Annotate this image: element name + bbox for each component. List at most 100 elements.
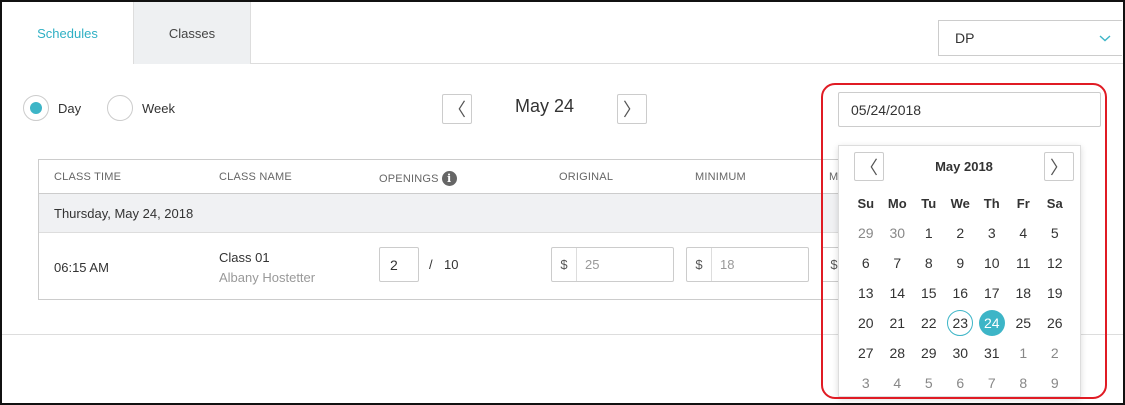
calendar-day[interactable]: 15 (913, 278, 945, 308)
header-openings-label: OPENINGS (379, 172, 439, 185)
calendar-day[interactable]: 25 (1008, 308, 1040, 338)
calendar-day[interactable]: 4 (882, 368, 914, 398)
calendar-day[interactable]: 7 (882, 248, 914, 278)
calendar-day[interactable]: 17 (976, 278, 1008, 308)
minimum-price-input[interactable]: $ 18 (686, 247, 809, 282)
calendar-day[interactable]: 3 (850, 368, 882, 398)
calendar-day[interactable]: 19 (1039, 278, 1071, 308)
calendar-day[interactable]: 1 (913, 218, 945, 248)
calendar-day-label: 11 (1015, 255, 1031, 271)
calendar-day[interactable]: 5 (913, 368, 945, 398)
next-month-button[interactable]: 〉 (1044, 152, 1074, 181)
instructor-name: Albany Hostetter (219, 270, 316, 285)
calendar-day[interactable]: 22 (913, 308, 945, 338)
calendar-day[interactable]: 13 (850, 278, 882, 308)
weekday-header: We (950, 195, 970, 211)
calendar-day-label: 2 (1050, 345, 1059, 361)
calendar-day[interactable]: 20 (850, 308, 882, 338)
calendar-day-label: 8 (1019, 375, 1028, 391)
calendar-day-label: 3 (987, 225, 996, 241)
calendar-day-label: 17 (983, 285, 1000, 301)
calendar-day[interactable]: 2 (945, 218, 977, 248)
radio-day[interactable]: Day (23, 95, 81, 121)
tab-divider (251, 63, 1123, 64)
calendar-day-label: 20 (857, 315, 874, 331)
date-input[interactable]: 05/24/2018 (838, 92, 1101, 127)
calendar-day[interactable]: 16 (945, 278, 977, 308)
calendar-day-label: 26 (1046, 315, 1063, 331)
calendar-day-label: 25 (1015, 315, 1032, 331)
next-day-button[interactable]: 〉 (617, 94, 647, 124)
radio-week[interactable]: Week (107, 95, 175, 121)
calendar-day[interactable]: 4 (1008, 218, 1040, 248)
header-openings: OPENINGS i (379, 171, 457, 186)
calendar-day[interactable]: 30 (945, 338, 977, 368)
location-select[interactable]: DP (938, 20, 1122, 56)
current-date-title: May 24 (514, 96, 575, 116)
calendar-day[interactable]: 28 (882, 338, 914, 368)
calendar-day-label: 5 (924, 375, 933, 391)
calendar-day-label: 30 (889, 225, 906, 241)
header-class-time: CLASS TIME (54, 171, 122, 183)
calendar-day-label: 5 (1050, 225, 1059, 241)
calendar-day[interactable]: 12 (1039, 248, 1071, 278)
calendar-day[interactable]: 2 (1039, 338, 1071, 368)
calendar-day[interactable]: 10 (976, 248, 1008, 278)
chevron-left-icon: 〈 (448, 100, 466, 120)
calendar-day[interactable]: 7 (976, 368, 1008, 398)
radio-week-circle[interactable] (107, 95, 133, 121)
weekday-header: Fr (1016, 195, 1030, 211)
calendar-day-label: 14 (889, 285, 906, 301)
calendar-day-today[interactable]: 23 (945, 308, 977, 338)
calendar-day[interactable]: 8 (1008, 368, 1040, 398)
calendar-day-label: 4 (893, 375, 902, 391)
calendar-day-label: 16 (952, 285, 969, 301)
previous-day-button[interactable]: 〈 (442, 94, 472, 124)
calendar-day[interactable]: 5 (1039, 218, 1071, 248)
calendar-day-label: 24 (978, 310, 1005, 336)
calendar-day[interactable]: 1 (1008, 338, 1040, 368)
info-icon[interactable]: i (441, 171, 457, 186)
calendar-day[interactable]: 29 (913, 338, 945, 368)
calendar-day[interactable]: 26 (1039, 308, 1071, 338)
calendar-day[interactable]: 8 (913, 248, 945, 278)
calendar-day[interactable]: 31 (976, 338, 1008, 368)
calendar-day[interactable]: 6 (850, 248, 882, 278)
calendar-day-label: 29 (920, 345, 937, 361)
original-price-value: 25 (585, 257, 600, 272)
tab-classes[interactable]: Classes (134, 2, 251, 64)
calendar-day-label: 2 (956, 225, 965, 241)
calendar-day[interactable]: 29 (850, 218, 882, 248)
calendar-day-selected[interactable]: 24 (976, 308, 1008, 338)
tab-schedules[interactable]: Schedules (2, 2, 134, 64)
radio-day-circle[interactable] (23, 95, 49, 121)
original-price-input[interactable]: $ 25 (551, 247, 674, 282)
calendar-day[interactable]: 27 (850, 338, 882, 368)
calendar-day-label: 10 (983, 255, 1000, 271)
calendar-day[interactable]: 18 (1008, 278, 1040, 308)
chevron-right-icon: 〉 (623, 100, 641, 120)
radio-day-label: Day (58, 100, 82, 116)
calendar-day-label: 6 (861, 255, 870, 271)
calendar-day-label: 19 (1046, 285, 1063, 301)
currency-symbol: $ (552, 248, 577, 281)
previous-month-button[interactable]: 〈 (854, 152, 884, 181)
calendar-day[interactable]: 30 (882, 218, 914, 248)
calendar-day[interactable]: 21 (882, 308, 914, 338)
calendar-day-label: 1 (1019, 345, 1028, 361)
openings-capacity: 10 (444, 257, 459, 272)
currency-symbol: $ (687, 248, 712, 281)
calendar-day[interactable]: 14 (882, 278, 914, 308)
calendar-day-label: 6 (956, 375, 965, 391)
calendar-day-label: 21 (889, 315, 906, 331)
openings-input[interactable]: 2 (379, 247, 419, 282)
calendar-day[interactable]: 9 (1039, 368, 1071, 398)
calendar-day[interactable]: 9 (945, 248, 977, 278)
calendar-day-label: 8 (924, 255, 933, 271)
calendar-day[interactable]: 6 (945, 368, 977, 398)
calendar-day-label: 31 (983, 345, 1000, 361)
calendar-day[interactable]: 11 (1008, 248, 1040, 278)
calendar-day-label: 28 (889, 345, 906, 361)
calendar-day[interactable]: 3 (976, 218, 1008, 248)
calendar-day-label: 22 (920, 315, 937, 331)
